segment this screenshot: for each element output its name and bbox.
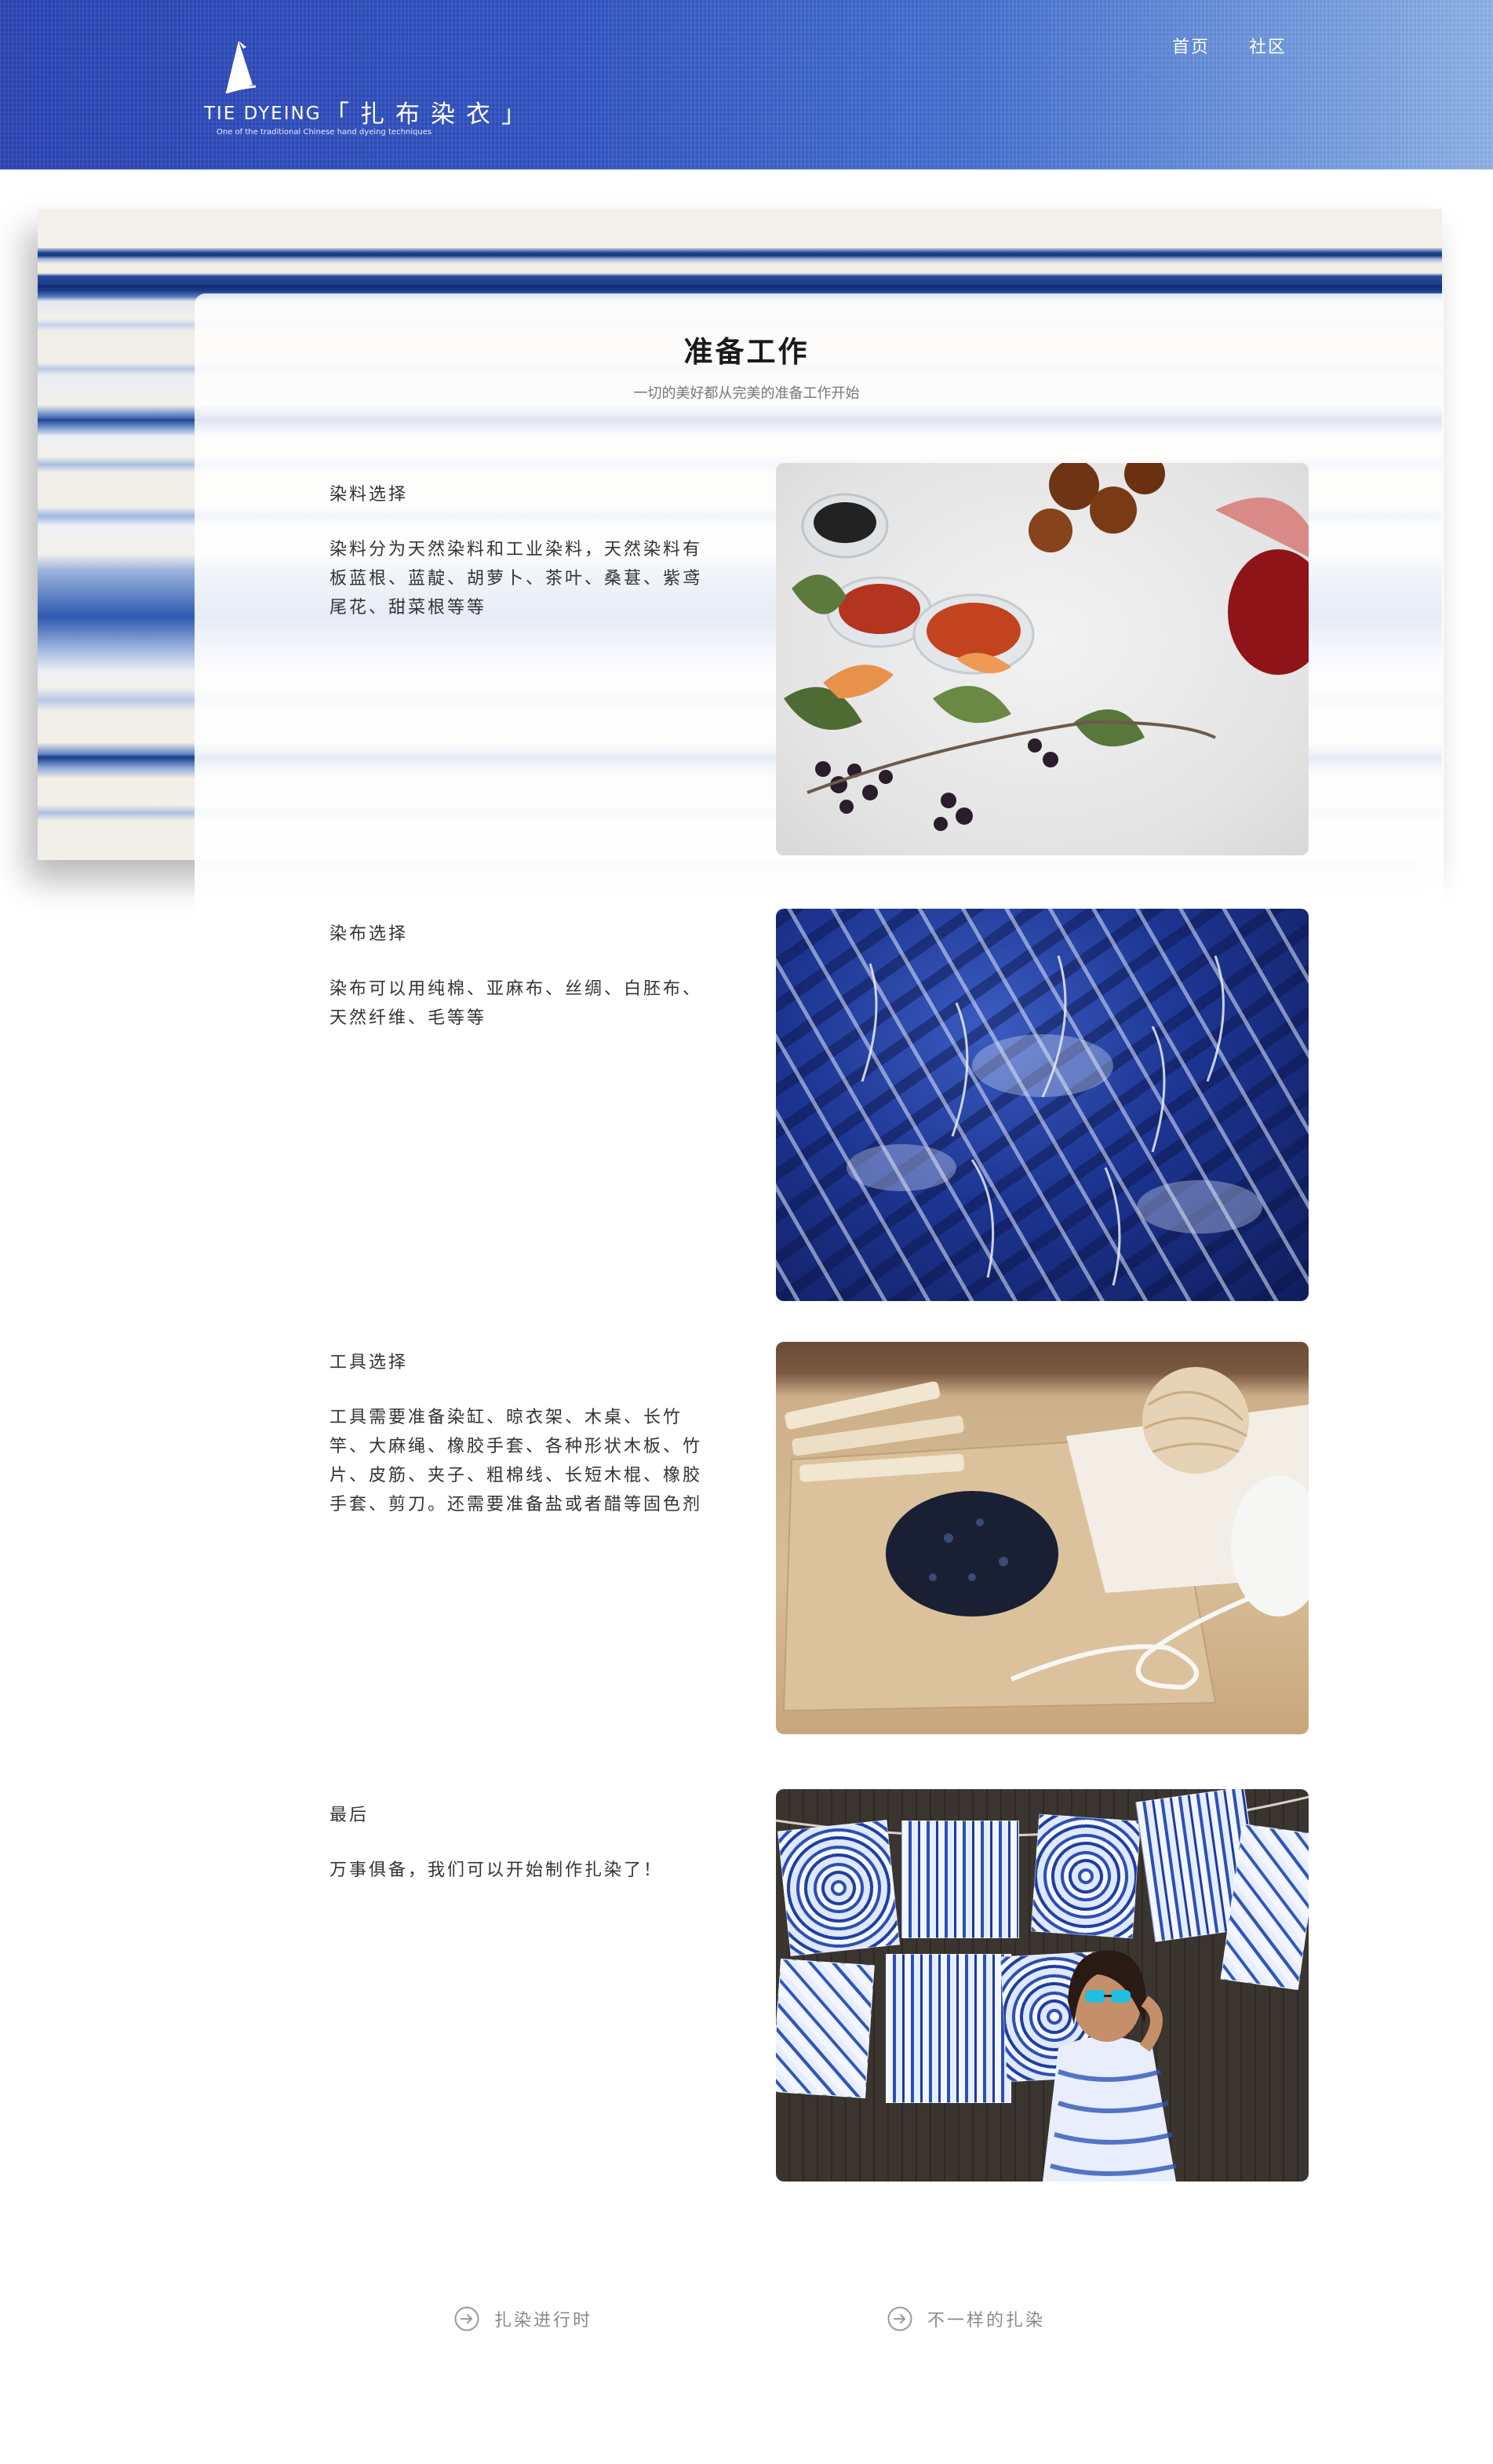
footer-link-label: 不一样的扎染	[927, 2311, 1046, 2331]
tied-indigo-cloth-photo	[776, 909, 1309, 1301]
site-header: TIE DYEING 「扎布染衣」 One of the traditional…	[0, 0, 1493, 169]
page-subtitle: 一切的美好都从完美的准备工作开始	[633, 385, 860, 402]
footer-link-different[interactable]: 不一样的扎染	[887, 2305, 1045, 2332]
section-heading-fabric: 染布选择	[330, 924, 409, 944]
section-text-tools: 工具需要准备染缸、晾衣架、木桌、长竹竿、大麻绳、橡胶手套、各种形状木板、竹片、皮…	[330, 1408, 703, 1514]
tie-dye-cloths-photo	[776, 1789, 1309, 2182]
nav-home-link[interactable]: 首页	[1172, 33, 1210, 58]
footer-link-in-progress[interactable]: 扎染进行时	[453, 2305, 592, 2332]
section-text-dyes: 染料分为天然染料和工业染料，天然染料有板蓝根、蓝靛、胡萝卜、茶叶、桑葚、紫鸢尾花…	[330, 540, 703, 618]
section-heading-dyes: 染料选择	[330, 485, 409, 505]
arrow-right-circle-icon	[887, 2306, 912, 2331]
arrow-right-circle-icon	[454, 2306, 479, 2331]
section-heading-finally: 最后	[330, 1806, 370, 1825]
site-logo[interactable]: TIE DYEING 「扎布染衣」 One of the traditional…	[202, 39, 532, 141]
footer-link-label: 扎染进行时	[494, 2311, 593, 2331]
dye-ingredients-photo	[776, 463, 1309, 855]
section-text-fabric: 染布可以用纯棉、亚麻布、丝绸、白胚布、天然纤维、毛等等	[330, 979, 703, 1028]
logo-tagline: One of the traditional Chinese hand dyei…	[217, 128, 432, 137]
tools-photo	[776, 1342, 1309, 1734]
page-title: 准备工作	[683, 335, 810, 369]
nav-community-link[interactable]: 社区	[1249, 33, 1287, 58]
section-heading-tools: 工具选择	[330, 1353, 409, 1372]
logo-chinese-text: 「扎布染衣」	[325, 100, 537, 129]
sail-logo-icon	[225, 41, 257, 94]
section-text-finally: 万事俱备，我们可以开始制作扎染了！	[330, 1861, 664, 1880]
logo-english-text: TIE DYEING	[204, 104, 322, 124]
